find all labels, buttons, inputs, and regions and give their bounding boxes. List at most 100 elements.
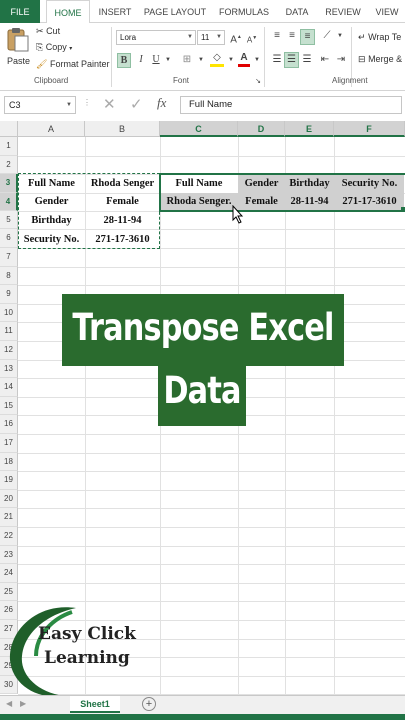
scroll-left-icon[interactable]: ◀ bbox=[6, 699, 12, 708]
add-sheet-icon[interactable]: + bbox=[142, 697, 156, 711]
tab-formulas[interactable]: FORMULAS bbox=[214, 0, 274, 23]
row-header-17[interactable]: 17 bbox=[0, 434, 18, 453]
italic-button[interactable]: I bbox=[135, 53, 147, 67]
increase-indent-icon[interactable]: ⇥ bbox=[334, 53, 348, 67]
selection-border bbox=[159, 173, 405, 212]
row-header-7[interactable]: 7 bbox=[0, 248, 18, 267]
wrap-text-button[interactable]: ↵ Wrap Te bbox=[358, 32, 401, 43]
paste-button[interactable]: Paste bbox=[4, 27, 32, 73]
chevron-down-icon[interactable]: ▼ bbox=[226, 53, 236, 67]
row-header-15[interactable]: 15 bbox=[0, 396, 18, 416]
sheet-tabs-bar: ◀ ▶ Sheet1 + bbox=[0, 695, 405, 714]
gridline bbox=[18, 601, 405, 603]
fill-handle[interactable] bbox=[401, 207, 405, 212]
row-header-2[interactable]: 2 bbox=[0, 155, 18, 175]
align-right-icon[interactable]: ☰ bbox=[300, 53, 314, 67]
scroll-right-icon[interactable]: ▶ bbox=[20, 699, 26, 708]
copy-button[interactable]: ⎘ Copy ▾ bbox=[36, 42, 72, 53]
orientation-icon[interactable]: ⟋ bbox=[320, 29, 334, 43]
row-header-6[interactable]: 6 bbox=[0, 229, 18, 248]
row-header-22[interactable]: 22 bbox=[0, 527, 18, 546]
column-header-a[interactable]: A bbox=[18, 121, 85, 137]
chevron-down-icon[interactable]: ▼ bbox=[196, 53, 206, 67]
font-color-icon[interactable]: A bbox=[238, 52, 250, 67]
merge-center-button[interactable]: ⊟ Merge & bbox=[358, 54, 402, 65]
name-box[interactable]: C3 ▼ bbox=[4, 96, 76, 114]
row-header-12[interactable]: 12 bbox=[0, 341, 18, 360]
decrease-indent-icon[interactable]: ⇤ bbox=[318, 53, 332, 67]
row-header-25[interactable]: 25 bbox=[0, 582, 18, 602]
row-header-13[interactable]: 13 bbox=[0, 359, 18, 379]
row-header-8[interactable]: 8 bbox=[0, 266, 18, 286]
align-top-icon[interactable]: ≡ bbox=[270, 29, 284, 43]
enter-check-icon[interactable]: ✓ bbox=[130, 95, 143, 113]
align-middle-icon[interactable]: ≡ bbox=[285, 29, 299, 43]
row-header-10[interactable]: 10 bbox=[0, 303, 18, 323]
row-header-24[interactable]: 24 bbox=[0, 564, 18, 583]
tab-home[interactable]: HOME bbox=[46, 0, 90, 24]
row-header-14[interactable]: 14 bbox=[0, 378, 18, 397]
tab-page-layout[interactable]: PAGE LAYOUT bbox=[140, 0, 210, 23]
column-header-f[interactable]: F bbox=[334, 121, 405, 137]
dialog-launcher-icon[interactable]: ↘ bbox=[254, 75, 262, 89]
bold-button[interactable]: B bbox=[117, 53, 131, 68]
select-all-button[interactable] bbox=[0, 121, 18, 137]
row-header-9[interactable]: 9 bbox=[0, 285, 18, 304]
tab-view[interactable]: VIEW bbox=[370, 0, 404, 23]
row-header-3[interactable]: 3 bbox=[0, 174, 18, 193]
row-header-5[interactable]: 5 bbox=[0, 210, 18, 230]
column-header-e[interactable]: E bbox=[285, 121, 334, 137]
cancel-icon[interactable]: ✕ bbox=[103, 95, 116, 113]
row-header-1[interactable]: 1 bbox=[0, 137, 18, 156]
logo-line-1: Easy Click bbox=[38, 624, 136, 644]
gridline bbox=[18, 489, 405, 491]
gridline bbox=[18, 582, 405, 584]
row-header-21[interactable]: 21 bbox=[0, 508, 18, 527]
cut-button[interactable]: ✂ Cut bbox=[36, 26, 60, 37]
gridline bbox=[18, 434, 405, 435]
ribbon: Paste ✂ Cut ⎘ Copy ▾ 🖌 Format Painter Cl… bbox=[0, 23, 405, 91]
align-left-icon[interactable]: ☰ bbox=[270, 53, 284, 67]
format-painter-button[interactable]: 🖌 Format Painter bbox=[36, 59, 109, 70]
paste-label: Paste bbox=[7, 56, 31, 66]
row-header-16[interactable]: 16 bbox=[0, 415, 18, 434]
font-size-dropdown[interactable]: 11 ▼ bbox=[197, 30, 225, 45]
tab-file[interactable]: FILE bbox=[0, 0, 40, 23]
chevron-down-icon: ▼ bbox=[187, 34, 193, 40]
sheet-tab-sheet1[interactable]: Sheet1 bbox=[70, 696, 120, 713]
font-name-dropdown[interactable]: Lora ▼ bbox=[116, 30, 196, 45]
gridline bbox=[18, 545, 405, 547]
tab-review[interactable]: REVIEW bbox=[320, 0, 366, 23]
decrease-font-icon[interactable]: A▼ bbox=[246, 31, 258, 48]
merge-icon: ⊟ bbox=[358, 54, 366, 64]
chevron-down-icon[interactable]: ▼ bbox=[336, 29, 344, 43]
copy-marquee bbox=[18, 173, 160, 249]
tab-data[interactable]: DATA bbox=[280, 0, 314, 23]
align-center-icon[interactable]: ☰ bbox=[284, 52, 299, 68]
chevron-down-icon[interactable]: ▼ bbox=[163, 53, 173, 67]
align-bottom-icon[interactable]: ≡ bbox=[300, 29, 315, 45]
row-header-18[interactable]: 18 bbox=[0, 452, 18, 472]
insert-function-icon[interactable]: fx bbox=[157, 95, 166, 111]
title-banner-bottom: Data bbox=[158, 366, 246, 426]
resize-handle-icon[interactable]: ⋮ bbox=[83, 98, 91, 107]
fill-color-icon[interactable]: ◇ bbox=[210, 52, 224, 67]
borders-icon[interactable]: ⊞ bbox=[180, 53, 194, 67]
formula-input[interactable]: Full Name bbox=[180, 96, 402, 114]
increase-font-icon[interactable]: A▲ bbox=[230, 30, 242, 47]
column-header-d[interactable]: D bbox=[238, 121, 285, 137]
row-header-20[interactable]: 20 bbox=[0, 489, 18, 509]
gridline bbox=[18, 285, 405, 287]
tab-insert[interactable]: INSERT bbox=[94, 0, 136, 23]
paste-icon bbox=[7, 28, 29, 52]
column-header-b[interactable]: B bbox=[85, 121, 160, 137]
row-header-4[interactable]: 4 bbox=[0, 192, 18, 211]
gridline bbox=[18, 266, 405, 268]
row-header-19[interactable]: 19 bbox=[0, 471, 18, 490]
chevron-down-icon[interactable]: ▼ bbox=[252, 53, 262, 67]
column-header-c[interactable]: C bbox=[160, 121, 238, 137]
underline-button[interactable]: U bbox=[150, 53, 162, 67]
gridline bbox=[18, 564, 405, 566]
row-header-11[interactable]: 11 bbox=[0, 322, 18, 341]
row-header-23[interactable]: 23 bbox=[0, 545, 18, 565]
